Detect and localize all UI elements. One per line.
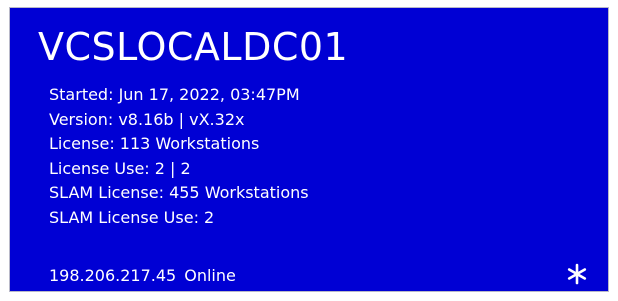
slam-license-line: SLAM License: 455 Workstations bbox=[49, 183, 309, 202]
ip-address: 198.206.217.45 bbox=[49, 266, 177, 285]
asterisk-icon[interactable] bbox=[566, 263, 588, 285]
server-info-list: Started: Jun 17, 2022, 03:47PM Version: … bbox=[49, 83, 309, 230]
server-status-tile[interactable]: VCSLOCALDC01 Started: Jun 17, 2022, 03:4… bbox=[9, 7, 609, 292]
license-line: License: 113 Workstations bbox=[49, 134, 260, 153]
license-use-line: License Use: 2 | 2 bbox=[49, 158, 191, 178]
version-line: Version: v8.16b | vX.32x bbox=[49, 109, 245, 129]
connection-status: 198.206.217.45 Online bbox=[49, 265, 236, 287]
slam-license-use-line: SLAM License Use: 2 bbox=[49, 207, 215, 227]
server-name-title: VCSLOCALDC01 bbox=[38, 25, 349, 69]
status-text: Online bbox=[184, 266, 236, 285]
started-line: Started: Jun 17, 2022, 03:47PM bbox=[49, 85, 300, 104]
